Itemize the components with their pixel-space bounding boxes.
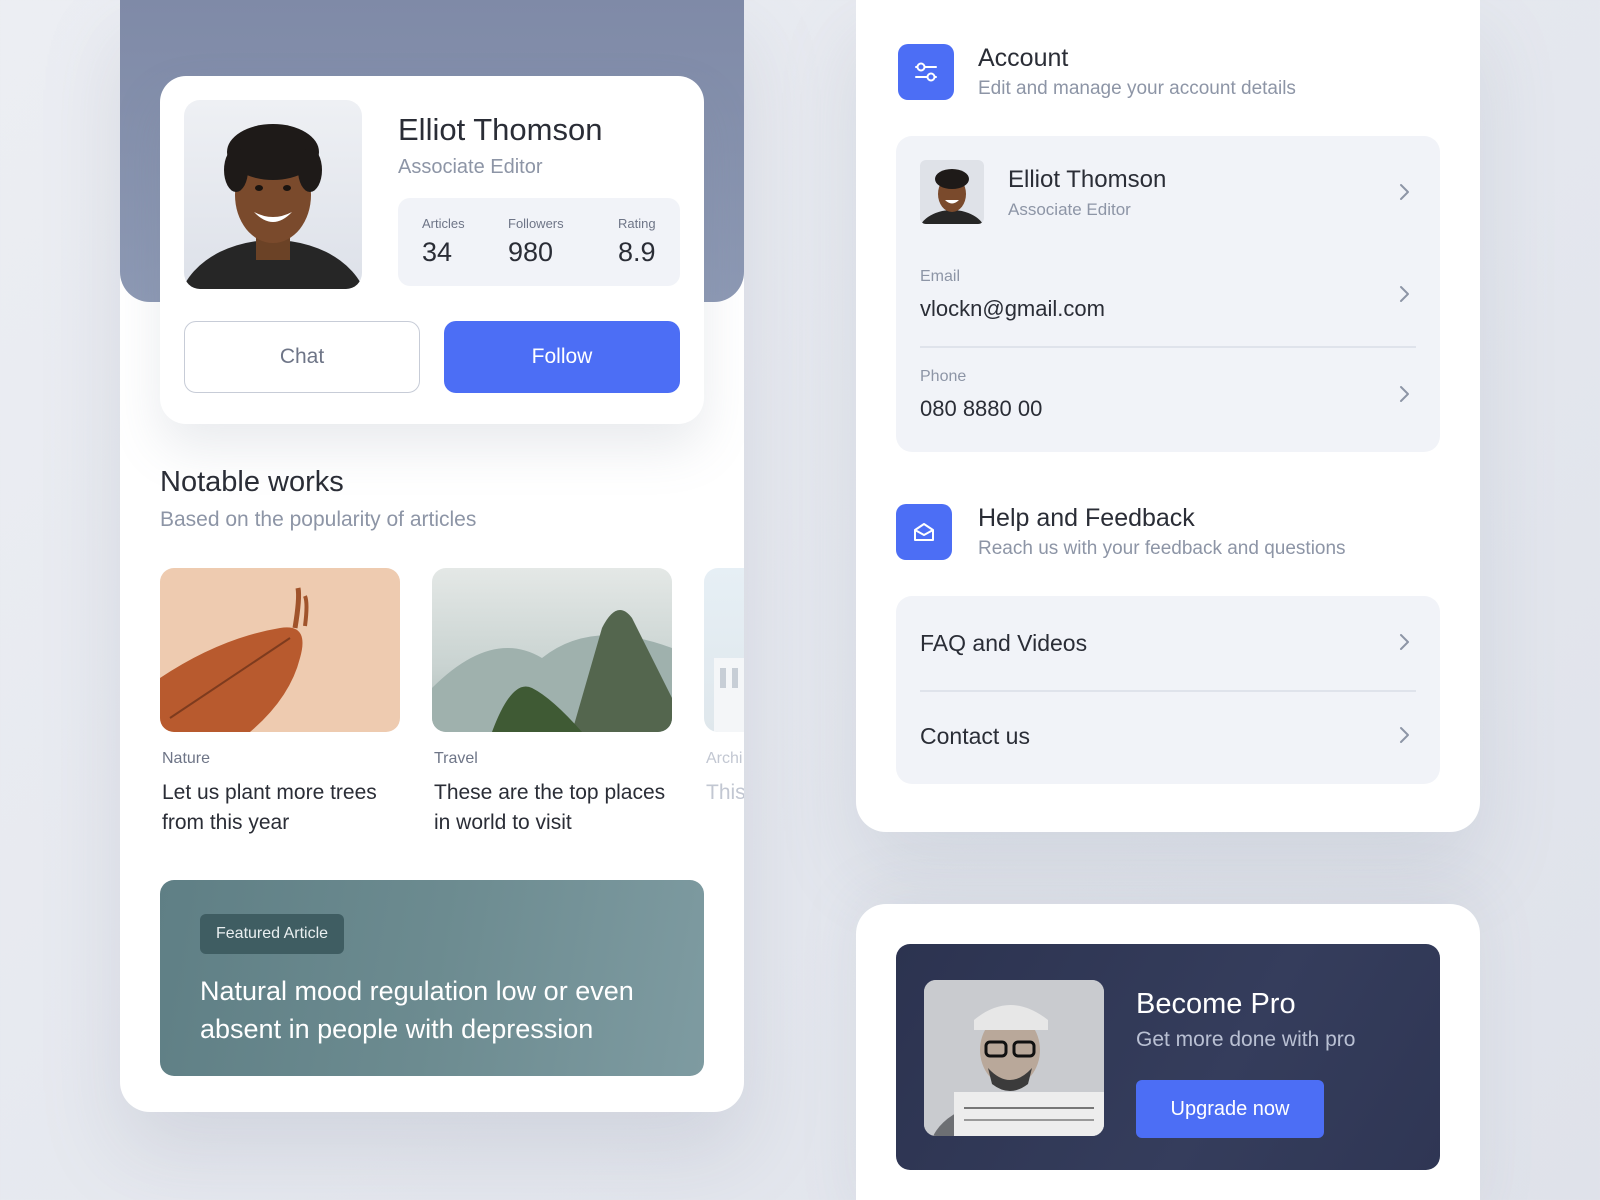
account-group: Elliot Thomson Associate Editor Email vl… <box>896 136 1440 452</box>
chevron-right-icon[interactable] <box>1398 284 1412 304</box>
phone-value: 080 8880 00 <box>920 396 1043 421</box>
chevron-right-icon[interactable] <box>1398 725 1412 745</box>
stat-label: Rating <box>618 216 656 231</box>
stat-label: Articles <box>422 216 465 231</box>
pro-photo <box>924 980 1104 1136</box>
work-thumbnail <box>704 568 744 732</box>
stat-articles: Articles 34 <box>422 216 465 268</box>
work-thumbnail <box>160 568 400 732</box>
featured-title: Natural mood regulation low or even abse… <box>200 976 634 1044</box>
notable-works-subtitle: Based on the popularity of articles <box>160 508 477 531</box>
divider <box>920 346 1416 348</box>
work-title: Let us plant more trees from this year <box>162 781 377 834</box>
stat-label: Followers <box>508 216 564 231</box>
profile-stats: Articles 34 Followers 980 Rating 8.9 <box>398 198 680 286</box>
contact-item[interactable]: Contact us <box>920 723 1416 750</box>
chevron-right-icon[interactable] <box>1398 182 1412 202</box>
stat-value: 980 <box>508 237 554 267</box>
profile-screen: Elliot Thomson Associate Editor Articles… <box>120 0 744 1112</box>
sliders-icon <box>898 44 954 100</box>
work-thumbnail <box>432 568 672 732</box>
work-card-nature[interactable]: Nature Let us plant more trees from this… <box>160 568 400 838</box>
profile-name: Elliot Thomson <box>398 112 603 147</box>
settings-screen: Account Edit and manage your account det… <box>856 0 1480 832</box>
mail-open-icon <box>896 504 952 560</box>
help-subtitle: Reach us with your feedback and question… <box>978 538 1346 559</box>
divider <box>920 690 1416 692</box>
profile-card: Elliot Thomson Associate Editor Articles… <box>160 76 704 424</box>
work-category: Nature <box>162 750 211 767</box>
email-row[interactable]: Email vlockn@gmail.com <box>920 268 1416 322</box>
follow-button[interactable]: Follow <box>444 321 680 393</box>
avatar <box>184 100 362 289</box>
phone-label: Phone <box>920 368 967 385</box>
mountain-image-icon <box>432 610 672 732</box>
featured-article-card[interactable]: Featured Article Natural mood regulation… <box>160 880 704 1076</box>
account-user-name: Elliot Thomson <box>1008 166 1167 193</box>
chevron-right-icon[interactable] <box>1398 384 1412 404</box>
work-title: These are the top places in world to vis… <box>434 781 666 834</box>
work-card-partial: Archi This mos <box>704 568 744 808</box>
mail-open-glyph <box>914 523 934 541</box>
avatar <box>920 160 984 224</box>
stat-value: 8.9 <box>618 237 656 267</box>
pro-subtitle: Get more done with pro <box>1136 1028 1356 1051</box>
account-subtitle: Edit and manage your account details <box>978 78 1296 99</box>
upgrade-now-button[interactable]: Upgrade now <box>1136 1080 1324 1138</box>
person-portrait-icon <box>921 169 983 224</box>
account-user-row[interactable]: Elliot Thomson Associate Editor <box>920 160 1416 224</box>
leaf-image-icon <box>160 587 309 732</box>
sliders-glyph <box>915 62 937 82</box>
work-category: Travel <box>434 750 478 767</box>
person-portrait-icon <box>184 124 362 289</box>
account-title: Account <box>978 44 1069 72</box>
stat-value: 34 <box>422 237 453 267</box>
chevron-right-icon[interactable] <box>1398 632 1412 652</box>
help-title: Help and Feedback <box>978 504 1195 532</box>
email-value: vlockn@gmail.com <box>920 296 1105 321</box>
profile-role: Associate Editor <box>398 156 543 178</box>
work-card-architecture[interactable]: Archi This mos <box>704 568 744 858</box>
building-image-icon <box>714 658 744 732</box>
stat-rating: Rating 8.9 <box>618 216 656 268</box>
man-reading-newspaper-icon <box>924 980 1104 1136</box>
work-category: Archi <box>706 750 743 767</box>
work-title: This mos <box>706 781 744 804</box>
work-card-travel[interactable]: Travel These are the top places in world… <box>432 568 672 838</box>
stat-followers: Followers 980 <box>508 216 564 268</box>
pro-title: Become Pro <box>1136 988 1296 1020</box>
faq-item[interactable]: FAQ and Videos <box>920 630 1416 657</box>
pro-screen: Become Pro Get more done with pro Upgrad… <box>856 904 1480 1200</box>
notable-works-title: Notable works <box>160 466 344 498</box>
featured-badge: Featured Article <box>200 914 345 954</box>
help-group: FAQ and Videos Contact us <box>896 596 1440 784</box>
become-pro-card: Become Pro Get more done with pro Upgrad… <box>896 944 1440 1170</box>
email-label: Email <box>920 268 961 285</box>
chat-button[interactable]: Chat <box>184 321 420 393</box>
account-user-role: Associate Editor <box>1008 200 1131 219</box>
phone-row[interactable]: Phone 080 8880 00 <box>920 368 1416 422</box>
